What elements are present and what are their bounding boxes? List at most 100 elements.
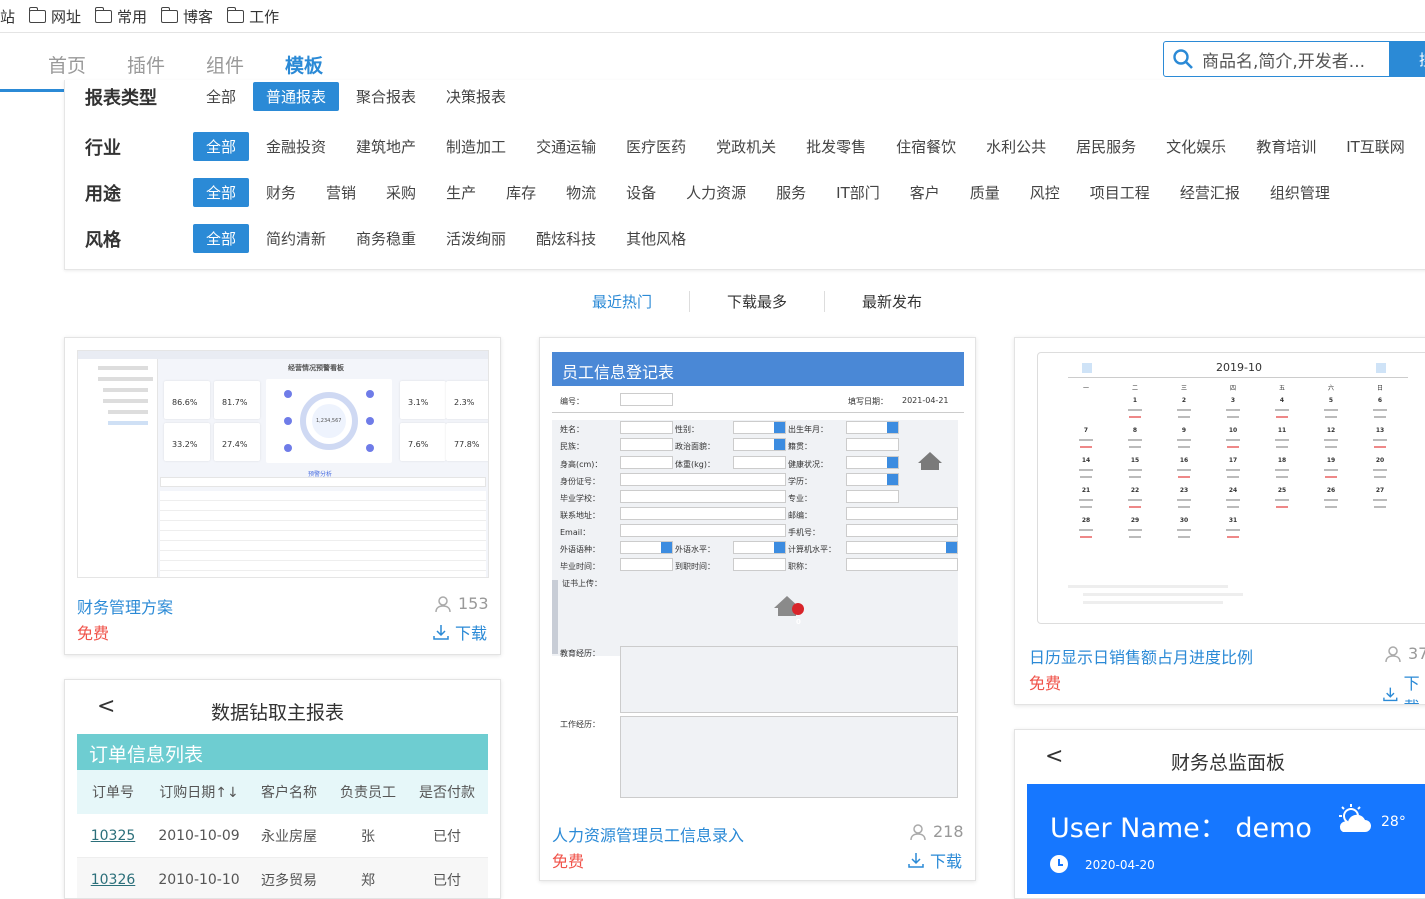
- filter-option[interactable]: 风控: [1017, 178, 1073, 207]
- calendar-day[interactable]: 3: [1213, 397, 1253, 404]
- download-button[interactable]: 下载: [908, 848, 962, 872]
- filter-option[interactable]: 组织管理: [1257, 178, 1343, 207]
- calendar-day[interactable]: 7: [1066, 427, 1106, 434]
- filter-option[interactable]: 普通报表: [253, 82, 340, 111]
- bookmark-item[interactable]: 官站: [0, 6, 15, 27]
- filter-option[interactable]: 文化娱乐: [1153, 132, 1239, 161]
- card-title[interactable]: 人力资源管理员工信息录入: [552, 822, 744, 846]
- template-card[interactable]: 经营情况预警看板 86.6% 81.7% 3.1% 2.3% 33.2% 27.…: [64, 337, 501, 655]
- search-input[interactable]: 商品名,简介,开发者...: [1163, 41, 1393, 77]
- calendar-day[interactable]: 23: [1164, 487, 1204, 494]
- calendar-day[interactable]: 12: [1311, 427, 1351, 434]
- filter-option[interactable]: 设备: [613, 178, 669, 207]
- calendar-day[interactable]: 5: [1311, 397, 1351, 404]
- bookmark-item[interactable]: 常用: [94, 6, 147, 27]
- filter-option[interactable]: 制造加工: [433, 132, 519, 161]
- filter-option[interactable]: 库存: [493, 178, 549, 207]
- filter-option[interactable]: 简约清新: [253, 224, 339, 253]
- calendar-day[interactable]: 14: [1066, 457, 1106, 464]
- calendar-day[interactable]: 22: [1115, 487, 1155, 494]
- back-icon[interactable]: <: [97, 694, 115, 719]
- filter-option[interactable]: 质量: [957, 178, 1013, 207]
- calendar-day[interactable]: 2: [1164, 397, 1204, 404]
- sort-newest[interactable]: 最新发布: [825, 291, 959, 312]
- calendar-day[interactable]: 31: [1213, 517, 1253, 524]
- calendar-day[interactable]: 24: [1213, 487, 1253, 494]
- sort-most-downloads[interactable]: 下载最多: [690, 291, 826, 312]
- filter-option[interactable]: 服务: [763, 178, 819, 207]
- calendar-day[interactable]: 25: [1262, 487, 1302, 494]
- sort-recent-hot[interactable]: 最近热门: [555, 291, 691, 312]
- filter-option[interactable]: 采购: [373, 178, 429, 207]
- filter-option[interactable]: 水利公共: [973, 132, 1059, 161]
- calendar-day[interactable]: 10: [1213, 427, 1253, 434]
- filter-option[interactable]: 经营汇报: [1167, 178, 1253, 207]
- filter-option[interactable]: 交通运输: [523, 132, 609, 161]
- filter-option[interactable]: IT互联网: [1333, 132, 1418, 161]
- filter-option[interactable]: 教育培训: [1243, 132, 1329, 161]
- filter-option[interactable]: 酷炫科技: [523, 224, 609, 253]
- nav-components[interactable]: 组件: [206, 51, 244, 78]
- filter-option[interactable]: 全部: [193, 82, 249, 111]
- template-card[interactable]: 员工信息登记表 编号： 填写日期： 2021-04-21 姓名： 性别： 出生年…: [539, 337, 976, 881]
- card-title[interactable]: 财务管理方案: [77, 594, 173, 618]
- filter-option[interactable]: 居民服务: [1063, 132, 1149, 161]
- calendar-day[interactable]: 15: [1115, 457, 1155, 464]
- order-link[interactable]: 10326: [77, 872, 149, 888]
- filter-option[interactable]: 其他风格: [613, 224, 699, 253]
- column-header[interactable]: 客户名称: [249, 782, 329, 802]
- column-header[interactable]: 订购日期↑↓: [149, 782, 249, 802]
- filter-option[interactable]: 决策报表: [433, 82, 519, 111]
- download-button[interactable]: 下载: [433, 620, 487, 644]
- bookmark-item[interactable]: 工作: [226, 6, 279, 27]
- filter-option[interactable]: 住宿餐饮: [883, 132, 969, 161]
- filter-option[interactable]: 物流: [553, 178, 609, 207]
- order-link[interactable]: 10325: [77, 828, 149, 844]
- filter-option[interactable]: 项目工程: [1077, 178, 1163, 207]
- filter-option[interactable]: 财务: [253, 178, 309, 207]
- search-button[interactable]: 搜: [1389, 41, 1425, 77]
- calendar-day[interactable]: 28: [1066, 517, 1106, 524]
- calendar-day[interactable]: 30: [1164, 517, 1204, 524]
- calendar-day[interactable]: 16: [1164, 457, 1204, 464]
- download-button[interactable]: 下载: [1383, 670, 1425, 704]
- bookmark-item[interactable]: 博客: [160, 6, 213, 27]
- calendar-day[interactable]: 27: [1360, 487, 1400, 494]
- column-header[interactable]: 订单号: [77, 782, 149, 802]
- calendar-day[interactable]: 8: [1115, 427, 1155, 434]
- filter-option[interactable]: 全部: [193, 224, 250, 253]
- nav-templates[interactable]: 模板: [285, 51, 324, 95]
- filter-option[interactable]: 批发零售: [793, 132, 879, 161]
- calendar-day[interactable]: 11: [1262, 427, 1302, 434]
- column-header[interactable]: 负责员工: [329, 782, 407, 802]
- calendar-day[interactable]: 20: [1360, 457, 1400, 464]
- filter-option[interactable]: 营销: [313, 178, 369, 207]
- nav-plugins[interactable]: 插件: [127, 51, 165, 78]
- filter-option[interactable]: 聚合报表: [343, 82, 429, 111]
- filter-option[interactable]: 党政机关: [703, 132, 789, 161]
- filter-option[interactable]: 人力资源: [673, 178, 759, 207]
- nav-home[interactable]: 首页: [48, 51, 86, 78]
- template-card[interactable]: 2019-10 一二三四五六日 1 2 3 4 5 6 7 8 9 10 11 12 13 14 15 16 17…: [1014, 337, 1425, 705]
- calendar-day[interactable]: 6: [1360, 397, 1400, 404]
- calendar-day[interactable]: 18: [1262, 457, 1302, 464]
- calendar-day[interactable]: 13: [1360, 427, 1400, 434]
- filter-option[interactable]: 客户: [897, 178, 953, 207]
- card-title[interactable]: 日历显示日销售额占月进度比例: [1029, 644, 1253, 668]
- calendar-day[interactable]: 17: [1213, 457, 1253, 464]
- calendar-day[interactable]: 19: [1311, 457, 1351, 464]
- template-card[interactable]: < 财务总监面板 User Name： demo 28° 2020-04-20: [1014, 729, 1425, 899]
- calendar-day[interactable]: 26: [1311, 487, 1351, 494]
- filter-option[interactable]: 金融投资: [253, 132, 339, 161]
- filter-option[interactable]: 生产: [433, 178, 489, 207]
- column-header[interactable]: 是否付款: [407, 782, 487, 802]
- calendar-day[interactable]: 4: [1262, 397, 1302, 404]
- back-icon[interactable]: <: [1045, 744, 1063, 769]
- filter-option[interactable]: 全部: [193, 178, 250, 207]
- filter-option[interactable]: 医疗医药: [613, 132, 699, 161]
- bookmark-item[interactable]: 网址: [28, 6, 81, 27]
- filter-option[interactable]: IT部门: [823, 178, 893, 207]
- filter-option[interactable]: 商务稳重: [343, 224, 429, 253]
- filter-option[interactable]: 活泼绚丽: [433, 224, 519, 253]
- filter-option[interactable]: 建筑地产: [343, 132, 429, 161]
